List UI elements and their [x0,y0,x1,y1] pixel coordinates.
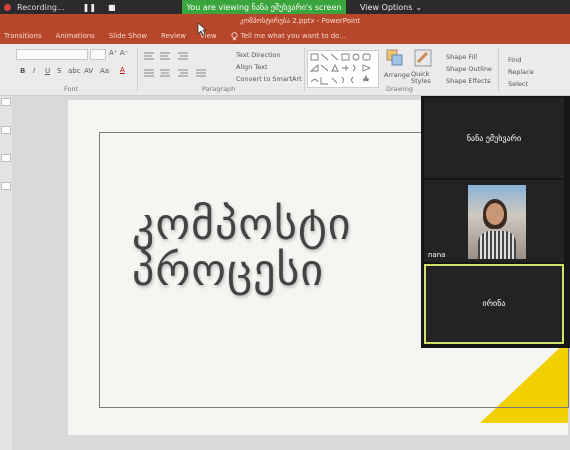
chevron-down-icon: ⌄ [415,2,423,12]
italic-button[interactable]: I [33,67,35,75]
font-size-box[interactable] [90,49,106,60]
recording-label: Recording... [17,2,65,12]
pause-recording-button[interactable]: ❚❚ [83,3,96,12]
viewing-screen-banner: You are viewing ნანა ემუხვარი's screen [182,0,346,14]
lightbulb-icon [231,31,238,40]
arrange-button[interactable]: Arrange [384,49,410,85]
zoom-video-gallery: ნანა ემუხვარი nana ირინა [421,96,570,348]
group-label-drawing: Drawing [386,85,414,93]
font-color-button[interactable]: A [120,66,125,74]
group-label-font: Font [64,85,79,93]
participant-name: ირინა [482,299,506,308]
slide-thumbnail[interactable] [1,154,11,162]
ribbon-separator [137,48,138,92]
select-button[interactable]: Select [508,80,528,88]
ribbon-separator [498,48,499,92]
arrange-icon [386,49,403,66]
align-text-button[interactable]: Align Text [236,63,268,71]
participant-shirt [478,231,516,259]
font-name-box[interactable] [16,49,88,60]
group-label-paragraph: Paragraph [202,85,236,93]
participant-tile[interactable]: nana [424,180,564,262]
slide-thumbnail[interactable] [1,182,11,190]
quick-styles-icon [414,49,432,67]
participant-face [486,203,504,225]
stop-recording-button[interactable]: ■ [108,3,116,12]
find-button[interactable]: Find [508,56,521,64]
slide-title-text[interactable]: კომპოსტი პროცესი [132,199,352,297]
participant-video [468,185,526,259]
strikethrough-button[interactable]: S [57,67,61,75]
change-case-button[interactable]: Aa [100,67,109,75]
participant-name: nana [428,251,446,259]
shape-fill-button[interactable]: Shape Fill [446,53,477,61]
participant-tile[interactable]: ნანა ემუხვარი [424,98,564,178]
recording-indicator: Recording... ❚❚ ■ [4,1,116,13]
tab-review[interactable]: Review [161,32,186,40]
quick-styles-button[interactable]: Quick Styles [411,49,435,87]
tell-me-search[interactable]: Tell me what you want to do... [231,31,346,41]
ribbon-separator [304,48,305,92]
shape-effects-button[interactable]: Shape Effects [446,77,491,85]
bold-button[interactable]: B [20,67,25,75]
char-spacing-button[interactable]: AV [84,67,93,75]
slide-title-line-1: კომპოსტი [132,199,352,250]
arrange-label: Arrange [384,71,410,79]
slide-thumbnail[interactable] [1,98,11,106]
mouse-cursor-icon [197,22,208,39]
convert-smartart-button[interactable]: Convert to SmartArt [236,75,302,83]
screenshot-stage: Recording... ❚❚ ■ You are viewing ნანა ე… [0,0,570,450]
tab-transitions[interactable]: Transitions [4,32,42,40]
text-direction-button[interactable]: Text Direction [236,51,281,59]
zoom-share-toolbar: Recording... ❚❚ ■ You are viewing ნანა ე… [0,0,570,14]
shapes-gallery[interactable] [307,50,379,88]
underline-button[interactable]: U [45,67,50,75]
tell-me-placeholder: Tell me what you want to do... [240,32,346,40]
ribbon-tabs: Transitions Animations Slide Show Review… [0,28,570,44]
slide-thumbnail-pane [0,96,12,450]
view-options-label: View Options [360,2,413,12]
participant-tile-active-speaker[interactable]: ირინა [424,264,564,344]
shadow-button[interactable]: abc [68,67,81,75]
quick-styles-label: Quick Styles [411,70,431,85]
paragraph-align-icons[interactable] [142,50,232,84]
record-dot-icon [4,3,11,11]
tab-animations[interactable]: Animations [56,32,95,40]
slide-thumbnail[interactable] [1,126,11,134]
font-size-buttons[interactable]: A⁺ A⁻ [109,49,128,57]
replace-button[interactable]: Replace [508,68,534,76]
tab-slide-show[interactable]: Slide Show [109,32,147,40]
shape-outline-button[interactable]: Shape Outline [446,65,492,73]
slide-title-line-2: პროცესი [132,245,325,297]
ribbon-home: A⁺ A⁻ B I U S abc AV Aa A Font Text Dire… [0,44,570,96]
view-options-button[interactable]: View Options ⌄ [360,1,422,13]
document-title: კომპოსტირება 2.pptx - PowerPoint [240,17,361,25]
participant-name: ნანა ემუხვარი [466,134,522,143]
